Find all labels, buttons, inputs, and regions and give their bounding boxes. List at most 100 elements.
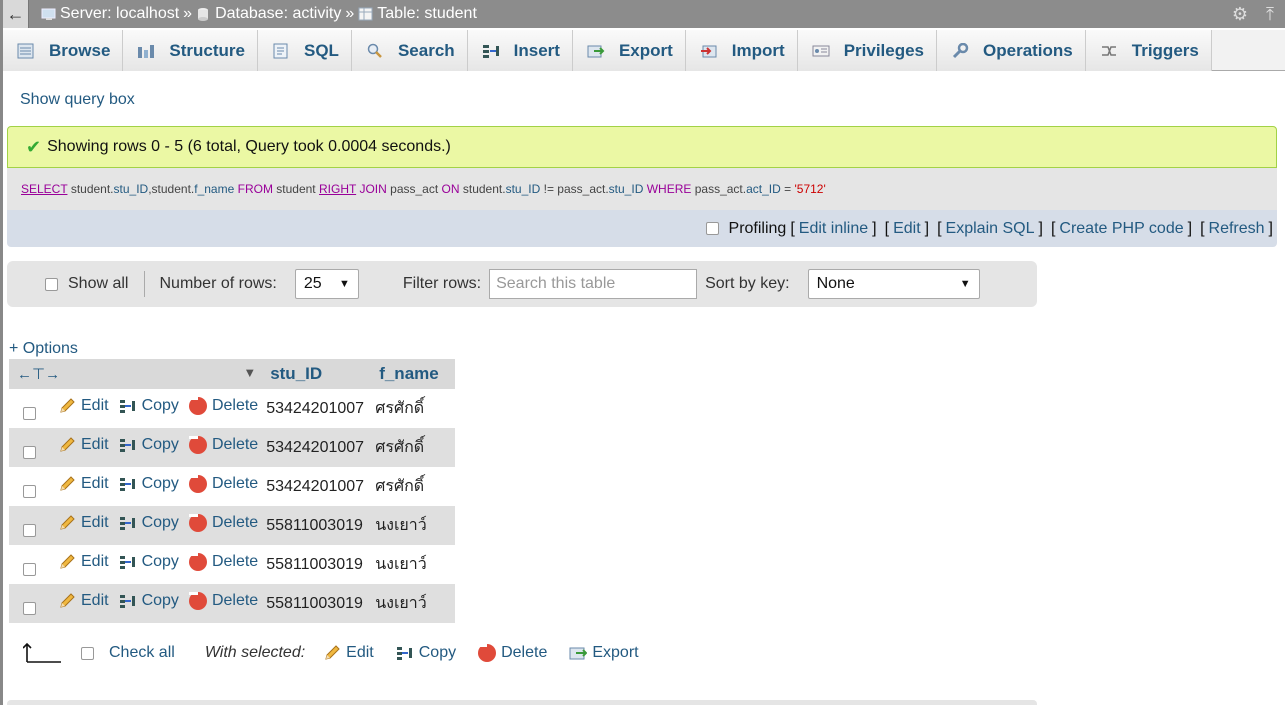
row-edit-button[interactable]: Edit [58,475,109,493]
tab-browse[interactable]: Browse [3,30,124,71]
column-resize-icon[interactable]: ←⊤→ [17,366,60,383]
sort-by-key-select[interactable]: None ▼ [807,269,980,299]
back-arrow-icon[interactable]: ← [3,0,29,28]
structure-icon [137,43,155,59]
row-delete-button[interactable]: Delete [188,396,258,415]
row-delete-button[interactable]: Delete [188,552,258,571]
delete-icon [188,396,207,415]
check-all-label[interactable]: Check all [109,644,175,662]
export-icon [569,644,588,662]
edit-inline-link[interactable]: Edit inline [799,220,868,238]
import-icon [700,43,718,59]
column-header-f-name[interactable]: f_name [371,359,456,389]
with-selected-label: With selected: [204,644,306,661]
cell-f-name[interactable]: ศรศักดิ์ [371,467,456,506]
row-edit-button[interactable]: Edit [58,514,109,532]
copy-icon [119,553,137,571]
cell-stu-id[interactable]: 53424201007 [262,389,372,428]
breadcrumb-table[interactable]: Table: student [377,5,477,23]
collapse-icon[interactable]: ⤒ [1255,4,1285,25]
row-copy-button[interactable]: Copy [119,592,179,610]
row-copy-button[interactable]: Copy [119,436,179,454]
bulk-edit-button[interactable]: Edit [323,644,374,662]
row-checkbox[interactable] [23,407,36,421]
tab-triggers[interactable]: Triggers [1085,30,1212,71]
row-checkbox[interactable] [23,602,36,616]
sort-by-key-value: None [816,275,855,292]
row-edit-button[interactable]: Edit [58,553,109,571]
tab-export[interactable]: Export [572,30,686,71]
insert-icon [482,43,500,59]
settings-gear-icon[interactable]: ⚙ [1225,4,1255,25]
checkmark-icon: ✔ [26,136,42,157]
cell-f-name[interactable]: นงเยาว์ [371,506,456,545]
rows-label: Number of rows: [159,275,277,292]
sql-keyword[interactable]: RIGHT [319,182,356,196]
tab-sql[interactable]: SQL [258,30,352,71]
row-copy-label: Copy [141,591,179,609]
profiling-checkbox[interactable] [705,222,719,235]
row-delete-button[interactable]: Delete [188,474,258,493]
cell-stu-id[interactable]: 55811003019 [262,545,372,584]
tab-label: Structure [169,40,245,60]
cell-f-name[interactable]: นงเยาว์ [371,584,456,623]
check-all-checkbox[interactable] [81,646,94,660]
row-delete-button[interactable]: Delete [188,591,258,610]
tab-search[interactable]: Search [351,30,468,71]
tab-structure[interactable]: Structure [123,30,258,71]
row-edit-button[interactable]: Edit [58,436,109,454]
rows-per-page-select[interactable]: 25 ▼ [294,269,359,299]
sql-keyword: ON [441,182,460,196]
row-checkbox[interactable] [23,524,36,538]
row-copy-button[interactable]: Copy [119,553,179,571]
row-copy-button[interactable]: Copy [119,475,179,493]
row-checkbox[interactable] [23,563,36,577]
filter-placeholder: Search this table [496,275,616,292]
cell-f-name[interactable]: ศรศักดิ์ [371,389,456,428]
cell-f-name[interactable]: ศรศักดิ์ [371,428,456,467]
row-copy-label: Copy [141,513,179,531]
row-delete-label: Delete [211,513,259,531]
row-edit-button[interactable]: Edit [58,592,109,610]
bulk-copy-button[interactable]: Copy [396,644,456,662]
tab-operations[interactable]: Operations [937,30,1086,71]
breadcrumb-server[interactable]: Server: localhost [60,5,179,23]
filter-rows-input[interactable]: Search this table [489,269,698,299]
options-link[interactable]: + Options [9,340,78,358]
cell-stu-id[interactable]: 53424201007 [262,467,372,506]
refresh-link[interactable]: Refresh [1209,220,1265,238]
show-all-checkbox[interactable] [45,277,58,291]
breadcrumb: Server: localhost » Database: activity »… [41,5,477,23]
edit-query-link[interactable]: Edit [893,220,921,238]
row-actions-cell: Edit Copy Delete [9,389,263,428]
row-delete-button[interactable]: Delete [188,513,259,532]
row-edit-button[interactable]: Edit [58,397,109,415]
cell-stu-id[interactable]: 55811003019 [262,584,372,623]
row-copy-button[interactable]: Copy [119,514,179,532]
bulk-export-button[interactable]: Export [569,644,639,662]
explain-sql-link[interactable]: Explain SQL [946,220,1035,238]
tab-insert[interactable]: Insert [467,30,573,71]
bulk-delete-button[interactable]: Delete [478,644,547,662]
pencil-icon [58,514,76,532]
tab-privileges[interactable]: Privileges [797,30,938,71]
sort-dropdown-icon[interactable]: ▼ [243,365,256,380]
rows-per-page-value: 25 [303,275,322,292]
tab-import[interactable]: Import [685,30,798,71]
database-icon [196,7,212,21]
cell-f-name[interactable]: นงเยาว์ [371,545,456,584]
create-php-code-link[interactable]: Create PHP code [1059,220,1183,238]
cell-stu-id[interactable]: 55811003019 [262,506,372,545]
show-query-box-link[interactable]: Show query box [20,91,135,109]
row-delete-button[interactable]: Delete [188,435,258,454]
row-copy-button[interactable]: Copy [119,397,179,415]
row-checkbox[interactable] [23,446,36,460]
column-header-stu-id[interactable]: stu_ID [262,359,372,389]
sql-keyword[interactable]: SELECT [21,182,67,196]
row-checkbox[interactable] [23,485,36,499]
sql-query-box: SELECT student.stu_ID,student.f_name FRO… [7,168,1277,210]
breadcrumb-database[interactable]: Database: activity [215,5,341,23]
bulk-delete-label: Delete [501,644,548,661]
cell-stu-id[interactable]: 53424201007 [262,428,372,467]
table-row: Edit Copy Delete 55811003019 นงเยาว์ [9,545,456,584]
